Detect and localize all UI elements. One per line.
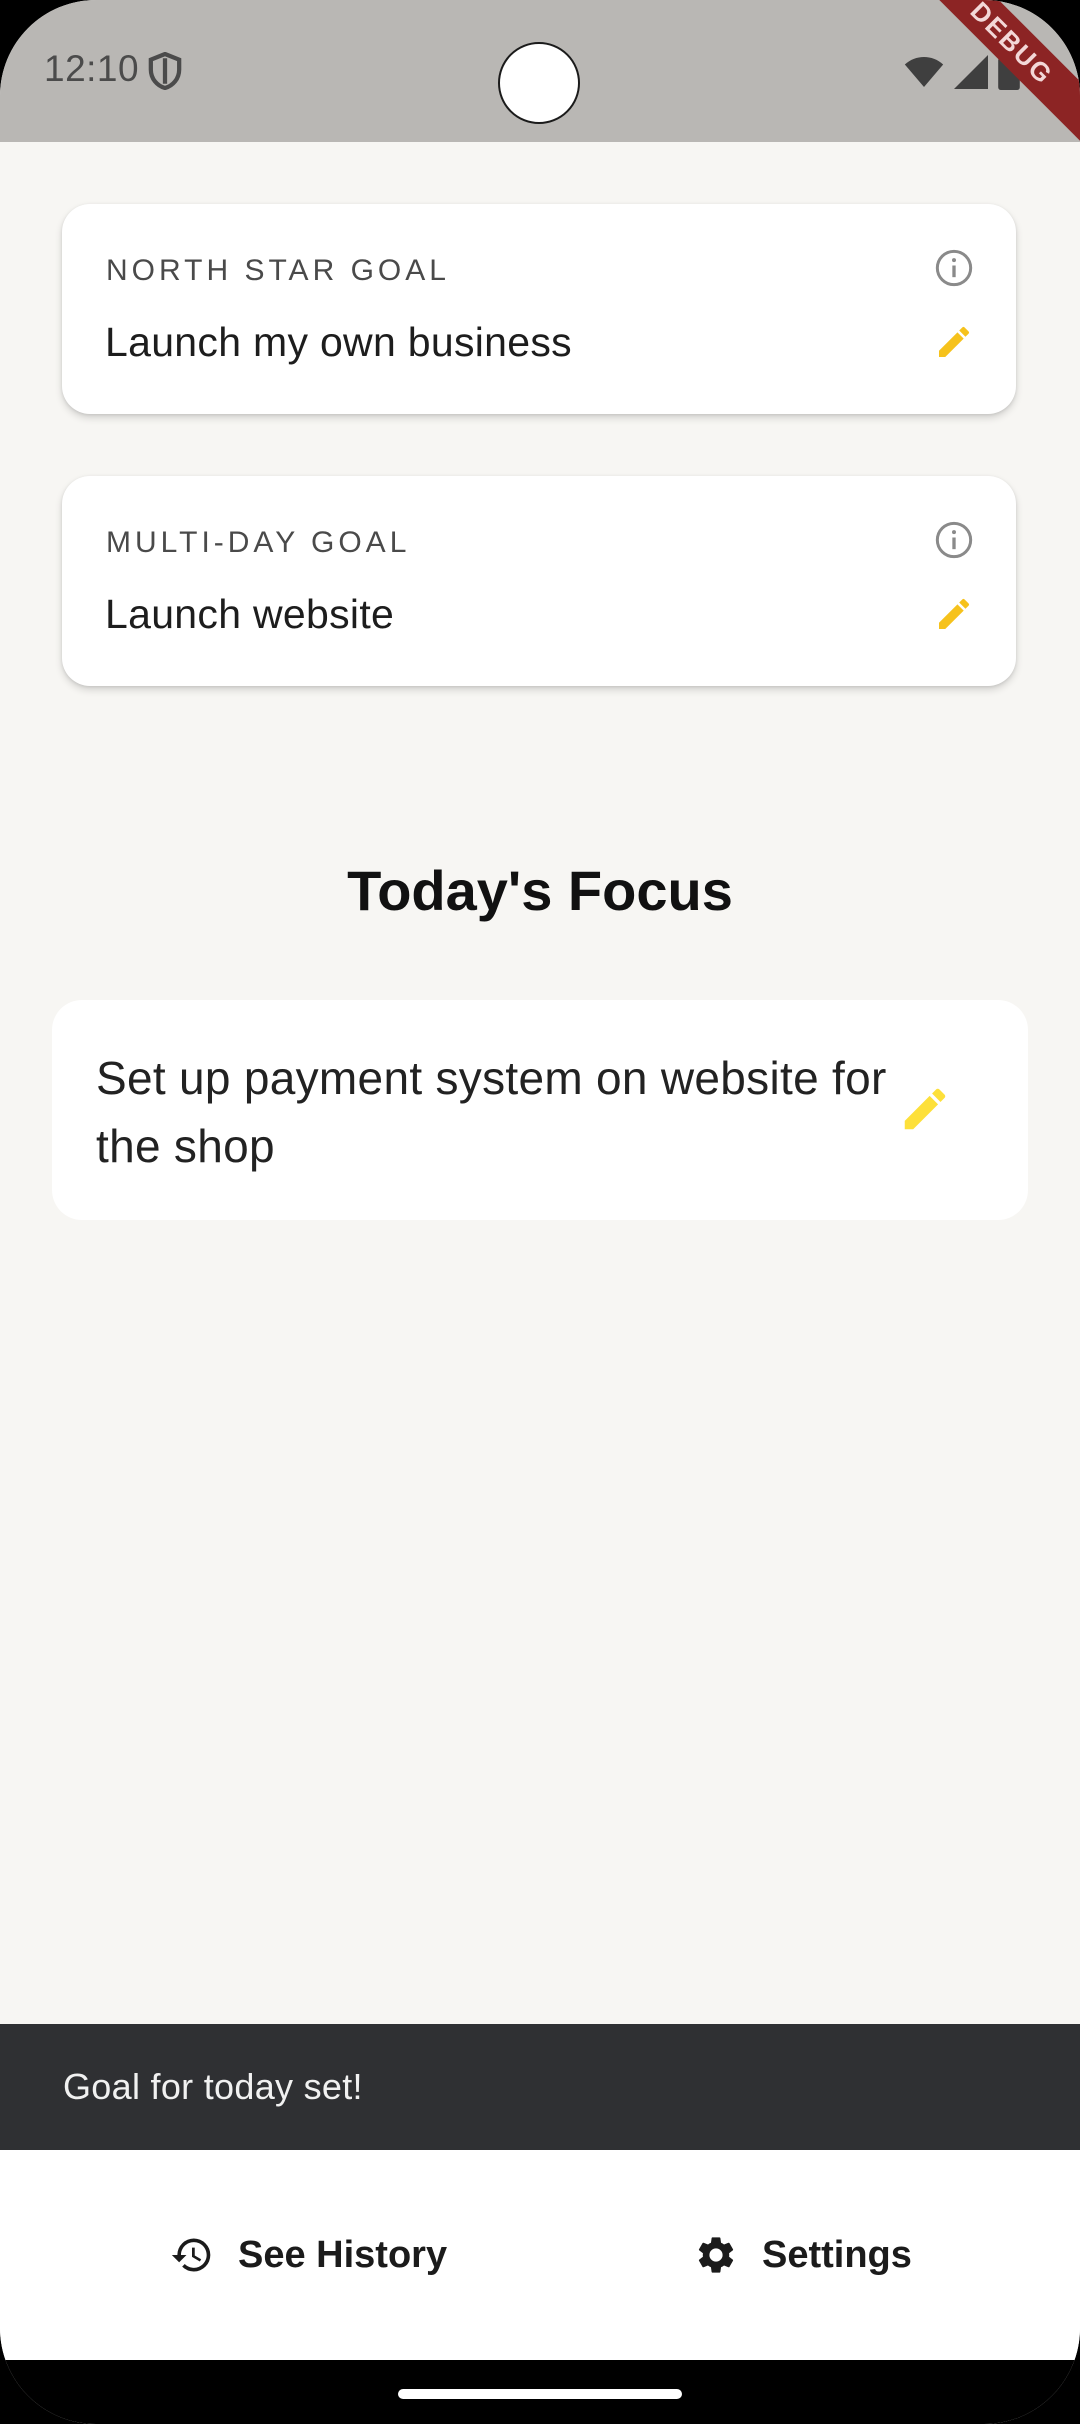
settings-button[interactable]: Settings [694,2150,912,2360]
status-time: 12:10 [44,48,140,89]
shield-icon [148,52,182,90]
see-history-button[interactable]: See History [170,2150,447,2360]
info-icon[interactable] [934,248,974,288]
multi-day-goal-card[interactable]: MULTI-DAY GOAL Launch website [62,476,1016,686]
edit-pencil-icon[interactable] [934,594,974,634]
north-star-goal-card[interactable]: NORTH STAR GOAL Launch my own business [62,204,1016,414]
status-bar: 12:10 DEBUG [0,0,1080,150]
multi-day-goal-label: MULTI-DAY GOAL [106,526,411,559]
gear-icon [698,2237,734,2273]
see-history-label: See History [238,2233,448,2276]
todays-focus-card[interactable]: Set up payment system on website for the… [52,1000,1028,1220]
settings-label: Settings [762,2233,912,2276]
multi-day-goal-text: Launch website [105,591,395,637]
todays-focus-heading: Today's Focus [347,859,733,922]
system-navigation-bar [0,2360,1080,2424]
wifi-icon [904,57,944,87]
north-star-goal-label: NORTH STAR GOAL [106,254,450,287]
edit-pencil-icon[interactable] [934,322,974,362]
signal-icon [954,55,988,89]
home-indicator[interactable] [398,2389,682,2399]
history-icon [171,2238,211,2272]
todays-focus-text: Set up payment system on website for the… [96,1052,887,1172]
snackbar: Goal for today set! [0,2024,1080,2150]
info-icon[interactable] [934,520,974,560]
edit-pencil-icon[interactable] [898,1082,952,1136]
app-screen: 12:10 DEBUG NORTH STAR GOAL Launch my ow… [0,0,1080,2424]
north-star-goal-text: Launch my own business [105,319,572,365]
bottom-bar: See History Settings [0,2150,1080,2360]
camera-cutout [498,42,580,124]
snackbar-message: Goal for today set! [63,2066,363,2107]
